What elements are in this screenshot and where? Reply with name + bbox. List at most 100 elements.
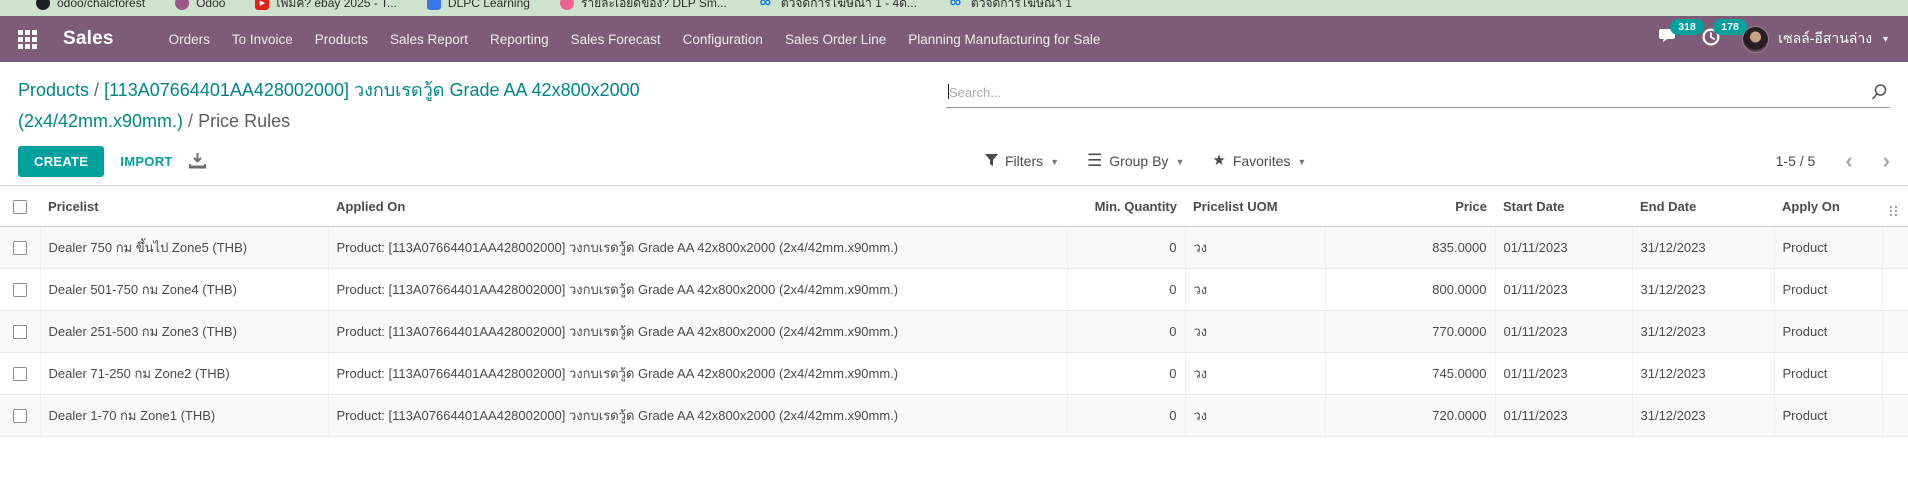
cell-min-quantity[interactable]: 0 (1067, 395, 1185, 437)
filter-icon (985, 153, 998, 169)
group-by-dropdown[interactable]: ☰ Group By ▼ (1087, 153, 1184, 169)
cell-applied-on[interactable]: Product: [113A07664401AA428002000] วงกบเ… (328, 353, 1067, 395)
menu-reporting[interactable]: Reporting (479, 18, 560, 61)
search-input[interactable] (946, 78, 1890, 108)
cell-applied-on[interactable]: Product: [113A07664401AA428002000] วงกบเ… (328, 227, 1067, 269)
row-checkbox[interactable] (13, 409, 27, 423)
cell-uom[interactable]: วง (1185, 353, 1325, 395)
filters-dropdown[interactable]: Filters ▼ (985, 153, 1059, 169)
group-by-icon: ☰ (1087, 155, 1102, 167)
breadcrumb-item-113a07664401aa428002[interactable]: [113A07664401AA428002000] วงกบเรดวู้ด Gr… (18, 80, 640, 131)
menu-sales-order-line[interactable]: Sales Order Line (774, 18, 897, 61)
row-checkbox[interactable] (13, 283, 27, 297)
user-menu[interactable]: เซลล์-อีสานล่าง ▼ (1742, 26, 1890, 53)
cell-apply-on[interactable]: Product (1774, 395, 1882, 437)
menu-products[interactable]: Products (304, 18, 379, 61)
search-icon[interactable] (1871, 84, 1887, 105)
cell-applied-on[interactable]: Product: [113A07664401AA428002000] วงกบเ… (328, 395, 1067, 437)
cell-price[interactable]: 835.0000 (1325, 227, 1495, 269)
cell-price[interactable]: 800.0000 (1325, 269, 1495, 311)
row-checkbox[interactable] (13, 241, 27, 255)
cell-price[interactable]: 720.0000 (1325, 395, 1495, 437)
cell-price[interactable]: 745.0000 (1325, 353, 1495, 395)
column-header-price[interactable]: Price (1325, 186, 1495, 227)
cell-pricelist[interactable]: Dealer 501-750 กม Zone4 (THB) (40, 269, 328, 311)
navbar-menus: OrdersTo InvoiceProductsSales ReportRepo… (158, 18, 1112, 61)
cell-end-date[interactable]: 31/12/2023 (1632, 353, 1774, 395)
cell-start-date[interactable]: 01/11/2023 (1495, 353, 1632, 395)
pager-next-icon[interactable]: › (1883, 153, 1890, 169)
cell-end-date[interactable]: 31/12/2023 (1632, 311, 1774, 353)
cell-start-date[interactable]: 01/11/2023 (1495, 227, 1632, 269)
table-row[interactable]: Dealer 750 กม ขึ้นไป Zone5 (THB)Product:… (0, 227, 1908, 269)
cell-apply-on[interactable]: Product (1774, 227, 1882, 269)
menu-orders[interactable]: Orders (158, 18, 221, 61)
create-button[interactable]: CREATE (18, 146, 104, 177)
breadcrumb-item-products[interactable]: Products (18, 80, 89, 100)
column-header-start-date[interactable]: Start Date (1495, 186, 1632, 227)
column-header-end-date[interactable]: End Date (1632, 186, 1774, 227)
cell-min-quantity[interactable]: 0 (1067, 353, 1185, 395)
menu-to-invoice[interactable]: To Invoice (221, 18, 304, 61)
favorites-dropdown[interactable]: ★ Favorites ▼ (1212, 153, 1306, 169)
optional-columns-toggle-icon[interactable] (1890, 206, 1897, 216)
menu-planning-manufacturing-for-sale[interactable]: Planning Manufacturing for Sale (897, 18, 1111, 61)
column-header-pricelist-uom[interactable]: Pricelist UOM (1185, 186, 1325, 227)
bookmark-odoo-icon-odoo[interactable]: Odoo (175, 0, 225, 10)
cell-uom[interactable]: วง (1185, 395, 1325, 437)
app-name[interactable]: Sales (63, 28, 114, 50)
optional-columns-header (1882, 186, 1908, 227)
export-download-icon[interactable] (189, 153, 206, 169)
bookmark-github-icon-odoo-chalcforest[interactable]: odoo/chalcforest (36, 0, 145, 10)
column-header-min-quantity[interactable]: Min. Quantity (1067, 186, 1185, 227)
cell-uom[interactable]: วง (1185, 227, 1325, 269)
cell-pricelist[interactable]: Dealer 251-500 กม Zone3 (THB) (40, 311, 328, 353)
chevron-down-icon: ▼ (1175, 157, 1184, 167)
cell-apply-on[interactable]: Product (1774, 269, 1882, 311)
activities-button[interactable]: 178 (1702, 28, 1720, 51)
table-row[interactable]: Dealer 1-70 กม Zone1 (THB)Product: [113A… (0, 395, 1908, 437)
cell-pricelist[interactable]: Dealer 71-250 กม Zone2 (THB) (40, 353, 328, 395)
cell-min-quantity[interactable]: 0 (1067, 311, 1185, 353)
cell-applied-on[interactable]: Product: [113A07664401AA428002000] วงกบเ… (328, 269, 1067, 311)
column-header-apply-on[interactable]: Apply On (1774, 186, 1882, 227)
cell-apply-on[interactable]: Product (1774, 353, 1882, 395)
cell-applied-on[interactable]: Product: [113A07664401AA428002000] วงกบเ… (328, 311, 1067, 353)
cell-start-date[interactable]: 01/11/2023 (1495, 395, 1632, 437)
table-row[interactable]: Dealer 251-500 กม Zone3 (THB)Product: [1… (0, 311, 1908, 353)
column-header-applied-on[interactable]: Applied On (328, 186, 1067, 227)
apps-menu-icon[interactable] (18, 30, 37, 49)
bookmark-doc-icon-dlpc-learning[interactable]: DLPC Learning (427, 0, 530, 10)
table-row[interactable]: Dealer 501-750 กม Zone4 (THB)Product: [1… (0, 269, 1908, 311)
messages-button[interactable]: 318 (1659, 28, 1680, 51)
select-all-header (0, 186, 40, 227)
cell-min-quantity[interactable]: 0 (1067, 269, 1185, 311)
menu-sales-forecast[interactable]: Sales Forecast (560, 18, 672, 61)
cell-uom[interactable]: วง (1185, 311, 1325, 353)
select-all-checkbox[interactable] (13, 200, 27, 214)
cell-start-date[interactable]: 01/11/2023 (1495, 269, 1632, 311)
column-header-pricelist[interactable]: Pricelist (40, 186, 328, 227)
import-button[interactable]: IMPORT (120, 154, 172, 169)
cell-price[interactable]: 770.0000 (1325, 311, 1495, 353)
cell-end-date[interactable]: 31/12/2023 (1632, 395, 1774, 437)
menu-configuration[interactable]: Configuration (672, 18, 774, 61)
cell-end-date[interactable]: 31/12/2023 (1632, 269, 1774, 311)
cell-uom[interactable]: วง (1185, 269, 1325, 311)
menu-sales-report[interactable]: Sales Report (379, 18, 479, 61)
bookmark-meta-icon-1[interactable]: ∞ตัวจัดการโฆษณา 1 (947, 0, 1072, 13)
cell-pricelist[interactable]: Dealer 1-70 กม Zone1 (THB) (40, 395, 328, 437)
bookmark-youtube-icon-ebay-2025-t[interactable]: ▶เพิ่มค? ebay 2025 - T... (255, 0, 396, 13)
cell-end-date[interactable]: 31/12/2023 (1632, 227, 1774, 269)
bookmark-pink-site-icon-dlp-sm[interactable]: รายละเอียดของ? DLP Sm... (560, 0, 727, 13)
pager-previous-icon[interactable]: ‹ (1845, 153, 1852, 169)
row-checkbox[interactable] (13, 367, 27, 381)
table-row[interactable]: Dealer 71-250 กม Zone2 (THB)Product: [11… (0, 353, 1908, 395)
cell-pricelist[interactable]: Dealer 750 กม ขึ้นไป Zone5 (THB) (40, 227, 328, 269)
cell-min-quantity[interactable]: 0 (1067, 227, 1185, 269)
cell-apply-on[interactable]: Product (1774, 311, 1882, 353)
bookmark-meta-icon-1-4[interactable]: ∞ตัวจัดการโฆษณา 1 - 4ด... (757, 0, 917, 13)
cell-spacer (1882, 353, 1908, 395)
cell-start-date[interactable]: 01/11/2023 (1495, 311, 1632, 353)
row-checkbox[interactable] (13, 325, 27, 339)
